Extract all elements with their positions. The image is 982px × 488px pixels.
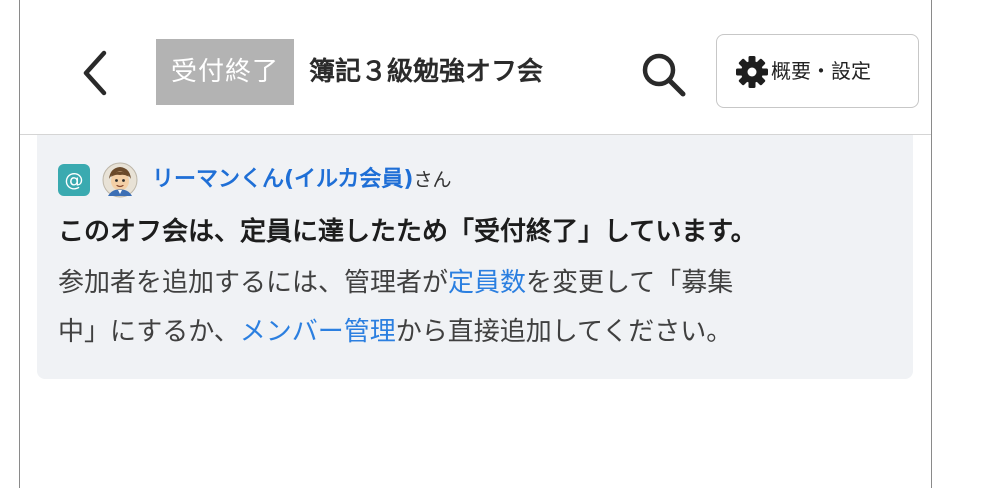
capacity-link[interactable]: 定員数 — [448, 268, 526, 298]
settings-button[interactable]: 概要・設定 — [716, 34, 919, 108]
user-honorific: さん — [413, 169, 452, 191]
app-frame: 受付終了 簿記３級勉強オフ会 概要・設定 @ リーマンくん(イルカ会員)さん こ… — [19, 0, 932, 488]
mention-icon: @ — [58, 164, 90, 196]
chevron-left-icon — [83, 50, 107, 96]
mention-user-line: リーマンくん(イルカ会員)さん — [152, 163, 451, 197]
user-name-link[interactable]: リーマンくん(イルカ会員) — [152, 167, 413, 192]
notice-panel: @ リーマンくん(イルカ会員)さん このオフ会は、定員に達したため「受付終了」し… — [37, 135, 913, 379]
settings-label: 概要・設定 — [771, 59, 871, 83]
notice-line-1: 参加者を追加するには、管理者が定員数を変更して「募集 — [58, 259, 888, 308]
gear-icon — [736, 56, 768, 88]
search-icon — [642, 53, 686, 97]
page-title: 簿記３級勉強オフ会 — [309, 57, 544, 87]
avatar[interactable] — [102, 162, 138, 198]
notice-text: を変更して「募集 — [526, 268, 734, 298]
mention-symbol: @ — [64, 169, 84, 191]
notice-body: 参加者を追加するには、管理者が定員数を変更して「募集 中」にするか、メンバー管理… — [58, 259, 888, 357]
notice-line-2: 中」にするか、メンバー管理から直接追加してください。 — [58, 308, 888, 357]
notice-text: 中」にするか、 — [58, 317, 240, 347]
notice-title: このオフ会は、定員に達したため「受付終了」しています。 — [58, 217, 757, 247]
notice-text: から直接追加してください。 — [395, 317, 733, 347]
search-button[interactable] — [638, 49, 690, 101]
member-management-link[interactable]: メンバー管理 — [240, 317, 396, 347]
back-button[interactable] — [74, 45, 118, 101]
top-bar: 受付終了 簿記３級勉強オフ会 概要・設定 — [20, 0, 931, 135]
notice-text: 参加者を追加するには、管理者が — [58, 268, 449, 298]
status-badge: 受付終了 — [156, 39, 294, 105]
